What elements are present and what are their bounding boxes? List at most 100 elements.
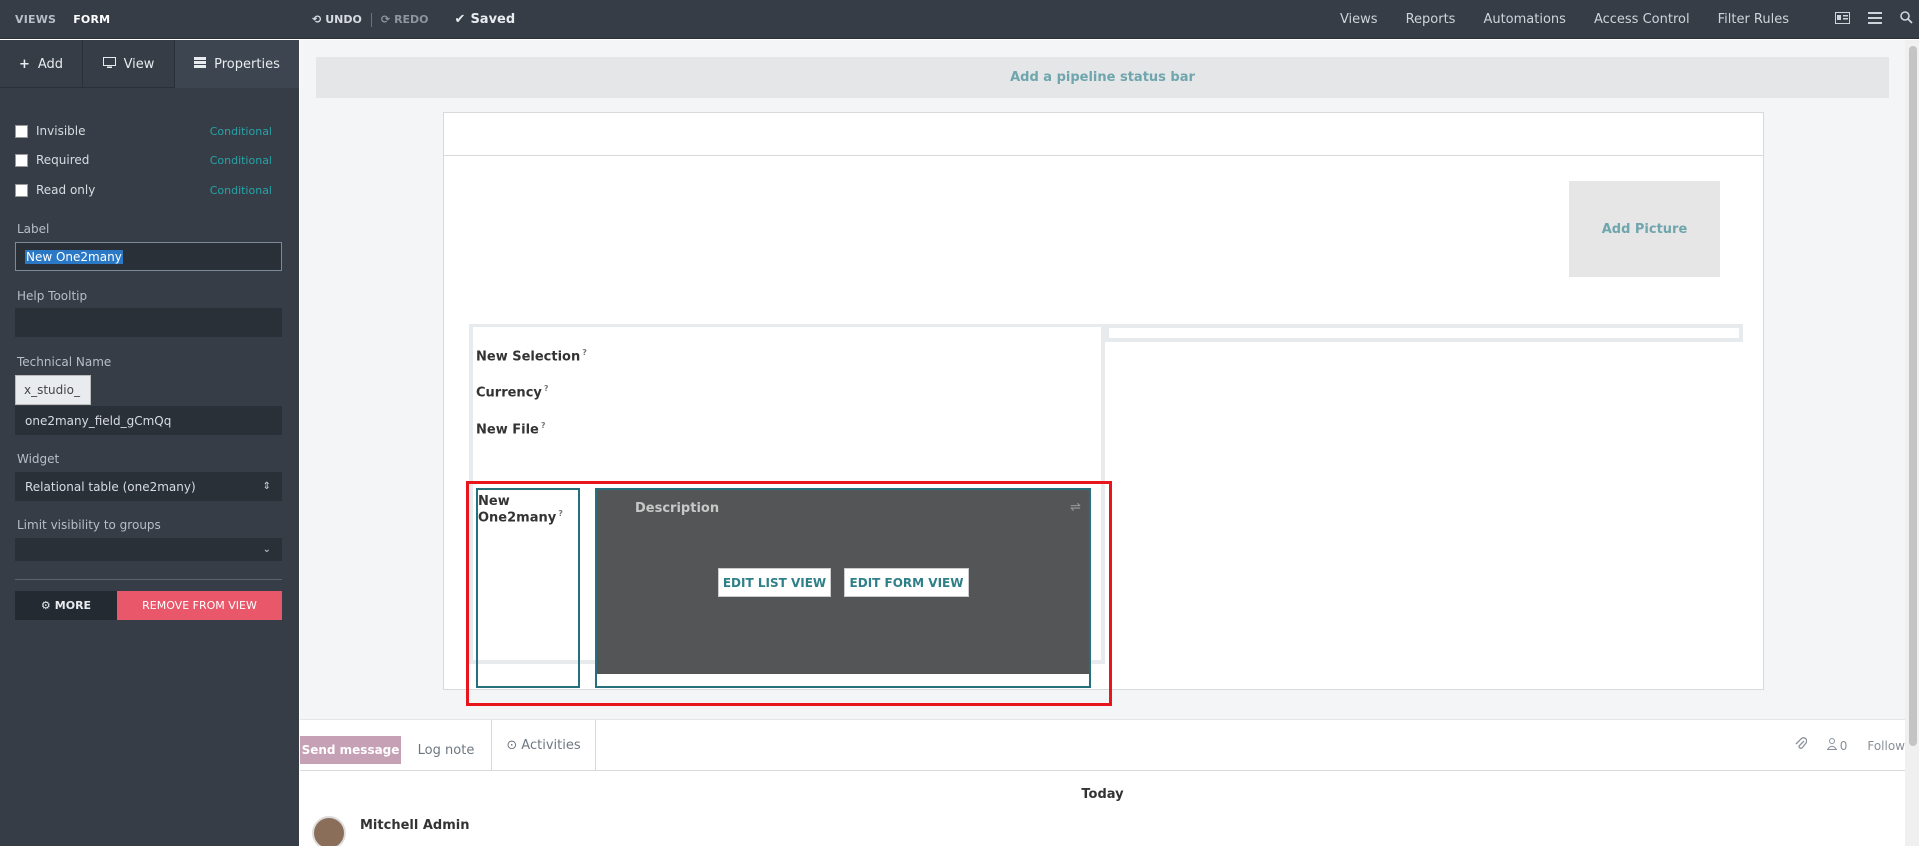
undo-icon: ⟲ xyxy=(312,13,322,26)
tab-view-label: View xyxy=(123,56,155,72)
date-separator: Today xyxy=(1081,787,1124,802)
technical-name-input[interactable]: one2many_field_gCmQq xyxy=(15,406,282,435)
activities-button[interactable]: ⊙ Activities xyxy=(491,720,596,771)
invisible-conditional-link[interactable]: Conditional xyxy=(210,125,272,138)
tab-properties-label: Properties xyxy=(214,56,280,72)
tab-add-label: Add xyxy=(37,56,64,72)
paperclip-icon[interactable] xyxy=(1795,737,1807,754)
menu-filter-rules[interactable]: Filter Rules xyxy=(1718,12,1789,27)
readonly-conditional-link[interactable]: Conditional xyxy=(210,184,272,197)
follow-button[interactable]: Follow xyxy=(1867,739,1905,753)
clock-icon: ⊙ xyxy=(506,738,518,753)
send-message-button[interactable]: Send message xyxy=(300,736,401,764)
chatter: Send message Log note ⊙ Activities 0 Fol… xyxy=(300,719,1905,846)
pipeline-label: Add a pipeline status bar xyxy=(1010,70,1195,85)
log-note-button[interactable]: Log note xyxy=(401,736,491,764)
updown-icon: ⇕ xyxy=(262,481,271,492)
saved-label: Saved xyxy=(470,12,516,27)
edit-form-label: EDIT FORM VIEW xyxy=(849,575,964,590)
form-editor: Add a pipeline status bar Add Picture Ne… xyxy=(300,40,1905,846)
edit-list-view-button[interactable]: EDIT LIST VIEW xyxy=(718,568,831,597)
remove-label: REMOVE FROM VIEW xyxy=(142,599,257,612)
check-icon: ✔ xyxy=(454,12,466,27)
field-new-selection[interactable]: New Selection? xyxy=(476,348,587,364)
search-icon[interactable] xyxy=(1900,11,1913,28)
breadcrumb-views[interactable]: VIEWS xyxy=(15,13,56,26)
o2m-label-text: New One2many xyxy=(478,494,557,526)
menu-reports[interactable]: Reports xyxy=(1406,12,1456,27)
field-label: New Selection xyxy=(476,349,581,365)
chevron-down-icon: ⌄ xyxy=(262,544,271,555)
undo-button[interactable]: ⟲ UNDO xyxy=(312,13,362,26)
required-checkbox[interactable] xyxy=(15,153,28,167)
top-bar: VIEWS FORM ⟲ UNDO ⟳ REDO ✔ Saved Views R… xyxy=(0,0,1919,39)
properties-icon xyxy=(194,56,207,72)
message-author[interactable]: Mitchell Admin xyxy=(360,818,469,833)
sliders-icon[interactable]: ⇌ xyxy=(1070,500,1081,515)
avatar[interactable] xyxy=(312,816,346,846)
widget-title: Widget xyxy=(17,452,60,466)
groups-select[interactable]: ⌄ xyxy=(15,538,282,561)
breadcrumb-form[interactable]: FORM xyxy=(73,13,110,26)
o2m-field-label[interactable]: New One2many? xyxy=(476,488,580,688)
log-note-label: Log note xyxy=(417,742,475,758)
add-picture-button[interactable]: Add Picture xyxy=(1569,181,1720,277)
form-view-icon[interactable] xyxy=(1835,11,1850,28)
menu-views[interactable]: Views xyxy=(1340,12,1378,27)
field-label: Currency xyxy=(476,385,542,401)
chatter-toolbar: Send message Log note ⊙ Activities 0 Fol… xyxy=(300,720,1905,771)
scrollbar-thumb[interactable] xyxy=(1909,46,1917,746)
column-header-description: Description xyxy=(635,501,720,516)
help-tooltip-input[interactable] xyxy=(15,308,282,337)
groups-title: Limit visibility to groups xyxy=(17,518,161,532)
divider xyxy=(370,12,372,27)
widget-select[interactable]: Relational table (one2many) ⇕ xyxy=(15,472,282,501)
tab-view[interactable]: View xyxy=(83,40,175,88)
studio-sidebar: + Add View Properties Invisible Conditio… xyxy=(0,40,299,846)
redo-button[interactable]: ⟳ REDO xyxy=(381,13,429,26)
saved-status: ✔ Saved xyxy=(455,12,516,27)
tab-properties[interactable]: Properties xyxy=(175,40,299,88)
help-mark: ? xyxy=(582,348,587,357)
label-input-value: New One2many xyxy=(25,249,123,264)
followers-button[interactable]: 0 xyxy=(1826,738,1847,753)
monitor-icon xyxy=(102,56,116,72)
activities-label: Activities xyxy=(521,738,581,753)
widget-select-value: Relational table (one2many) xyxy=(25,479,196,494)
help-mark: ? xyxy=(558,509,563,518)
technical-name-prefix: x_studio_ xyxy=(15,375,91,405)
list-view-icon[interactable] xyxy=(1868,11,1882,28)
invisible-row: Invisible Conditional xyxy=(15,124,272,138)
field-label: New File xyxy=(476,422,539,438)
field-new-file[interactable]: New File? xyxy=(476,421,545,437)
invisible-label: Invisible xyxy=(36,124,86,138)
menu-automations[interactable]: Automations xyxy=(1483,12,1566,27)
field-group-right[interactable] xyxy=(1105,324,1743,342)
redo-label: REDO xyxy=(394,13,429,26)
readonly-label: Read only xyxy=(36,183,96,197)
edit-form-view-button[interactable]: EDIT FORM VIEW xyxy=(844,568,969,597)
gear-icon: ⚙ xyxy=(40,599,51,612)
required-conditional-link[interactable]: Conditional xyxy=(210,154,272,167)
readonly-checkbox[interactable] xyxy=(15,183,28,197)
user-icon xyxy=(1826,738,1838,753)
sheet-header[interactable] xyxy=(444,113,1763,156)
remove-from-view-button[interactable]: REMOVE FROM VIEW xyxy=(117,591,282,620)
form-sheet: Add Picture New Selection? Currency? New… xyxy=(443,112,1764,706)
more-button[interactable]: ⚙ MORE xyxy=(15,591,117,620)
o2m-overlay: Description ⇌ EDIT LIST VIEW EDIT FORM V… xyxy=(597,490,1089,674)
help-mark: ? xyxy=(543,384,549,393)
label-input[interactable]: New One2many xyxy=(15,242,282,271)
invisible-checkbox[interactable] xyxy=(15,124,28,138)
readonly-row: Read only Conditional xyxy=(15,183,272,197)
redo-icon: ⟳ xyxy=(380,13,391,26)
pipeline-status-bar-hook[interactable]: Add a pipeline status bar xyxy=(316,57,1889,98)
field-currency[interactable]: Currency? xyxy=(476,384,549,400)
required-row: Required Conditional xyxy=(15,153,272,167)
menu-access-control[interactable]: Access Control xyxy=(1594,12,1690,27)
technical-name-title: Technical Name xyxy=(17,355,112,369)
edit-list-label: EDIT LIST VIEW xyxy=(722,575,827,590)
undo-label: UNDO xyxy=(325,13,362,26)
tab-add[interactable]: + Add xyxy=(0,40,83,88)
o2m-table-widget[interactable]: Description ⇌ EDIT LIST VIEW EDIT FORM V… xyxy=(595,488,1091,688)
